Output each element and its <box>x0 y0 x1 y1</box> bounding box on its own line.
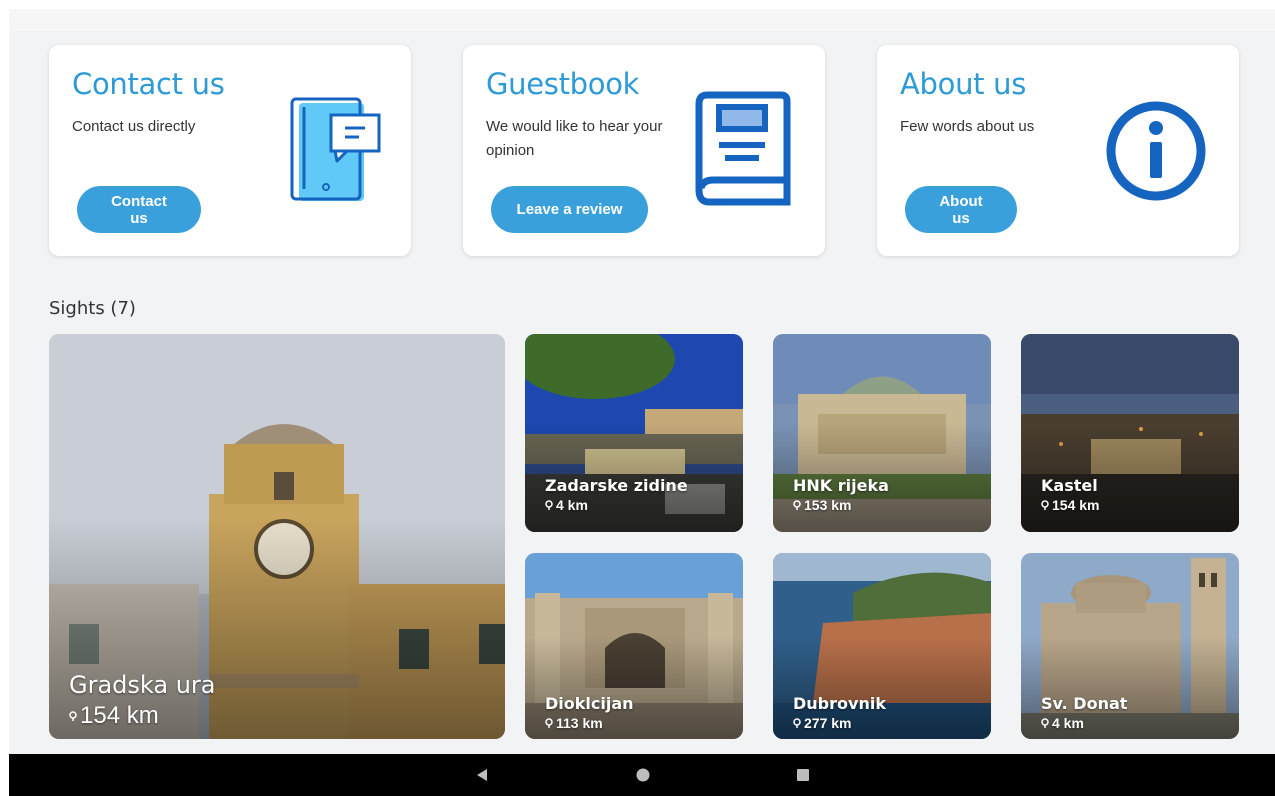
contact-us-button[interactable]: Contact us <box>77 186 201 233</box>
sight-tile-dubrovnik[interactable]: Dubrovnik 277 km <box>773 553 991 739</box>
sight-name: Dubrovnik <box>793 694 886 713</box>
back-icon[interactable] <box>475 768 489 782</box>
book-icon <box>695 91 791 206</box>
recents-icon[interactable] <box>796 768 810 782</box>
card-description: We would like to hear your opinion <box>486 118 663 159</box>
location-pin-icon <box>1041 718 1049 728</box>
sight-tile-kastel[interactable]: Kastel 154 km <box>1021 334 1239 532</box>
card-description: Contact us directly <box>72 118 196 135</box>
sight-distance: 154 km <box>69 702 159 730</box>
leave-review-button[interactable]: Leave a review <box>491 186 648 233</box>
chat-phone-icon <box>290 97 381 201</box>
navigation-bar <box>9 754 1275 796</box>
home-icon[interactable] <box>636 768 650 782</box>
sight-distance: 4 km <box>545 497 588 513</box>
location-pin-icon <box>793 718 801 728</box>
location-pin-icon <box>69 711 77 721</box>
sight-distance: 153 km <box>793 497 851 513</box>
location-pin-icon <box>545 718 553 728</box>
card-description: Few words about us <box>900 118 1035 135</box>
sight-name: Kastel <box>1041 476 1098 495</box>
sight-distance: 4 km <box>1041 715 1084 731</box>
info-icon <box>1106 101 1206 201</box>
contact-card: Contact us Contact us directly Contact u… <box>49 45 411 256</box>
distance-value: 154 km <box>1052 497 1100 513</box>
about-us-button[interactable]: About us <box>905 186 1017 233</box>
distance-value: 4 km <box>556 497 588 513</box>
sights-heading: Sights (7) <box>49 298 136 319</box>
distance-value: 154 km <box>80 702 159 729</box>
card-title: Guestbook <box>486 67 640 101</box>
sight-name: Dioklcijan <box>545 694 634 713</box>
location-pin-icon <box>545 500 553 510</box>
distance-value: 277 km <box>804 715 852 731</box>
sight-distance: 277 km <box>793 715 851 731</box>
sight-tile-zadarske-zidine[interactable]: Zadarske zidine 4 km <box>525 334 743 532</box>
sight-distance: 113 km <box>545 715 603 731</box>
app-screen: Contact us Contact us directly Contact u… <box>9 9 1275 796</box>
card-title: Contact us <box>72 67 225 101</box>
sight-name: Gradska ura <box>69 671 216 699</box>
sight-tile-gradska-ura[interactable]: Gradska ura 154 km <box>49 334 505 739</box>
sight-name: Zadarske zidine <box>545 476 688 495</box>
about-card: About us Few words about us About us <box>877 45 1239 256</box>
sight-tile-hnk-rijeka[interactable]: HNK rijeka 153 km <box>773 334 991 532</box>
distance-value: 4 km <box>1052 715 1084 731</box>
card-title: About us <box>900 67 1027 101</box>
status-bar <box>9 9 1275 31</box>
distance-value: 113 km <box>556 715 603 731</box>
location-pin-icon <box>1041 500 1049 510</box>
sight-tile-sv-donat[interactable]: Sv. Donat 4 km <box>1021 553 1239 739</box>
distance-value: 153 km <box>804 497 852 513</box>
sight-tile-dioklcijan[interactable]: Dioklcijan 113 km <box>525 553 743 739</box>
guestbook-card: Guestbook We would like to hear your opi… <box>463 45 825 256</box>
sight-name: HNK rijeka <box>793 476 889 495</box>
location-pin-icon <box>793 500 801 510</box>
sight-distance: 154 km <box>1041 497 1099 513</box>
sight-name: Sv. Donat <box>1041 694 1128 713</box>
